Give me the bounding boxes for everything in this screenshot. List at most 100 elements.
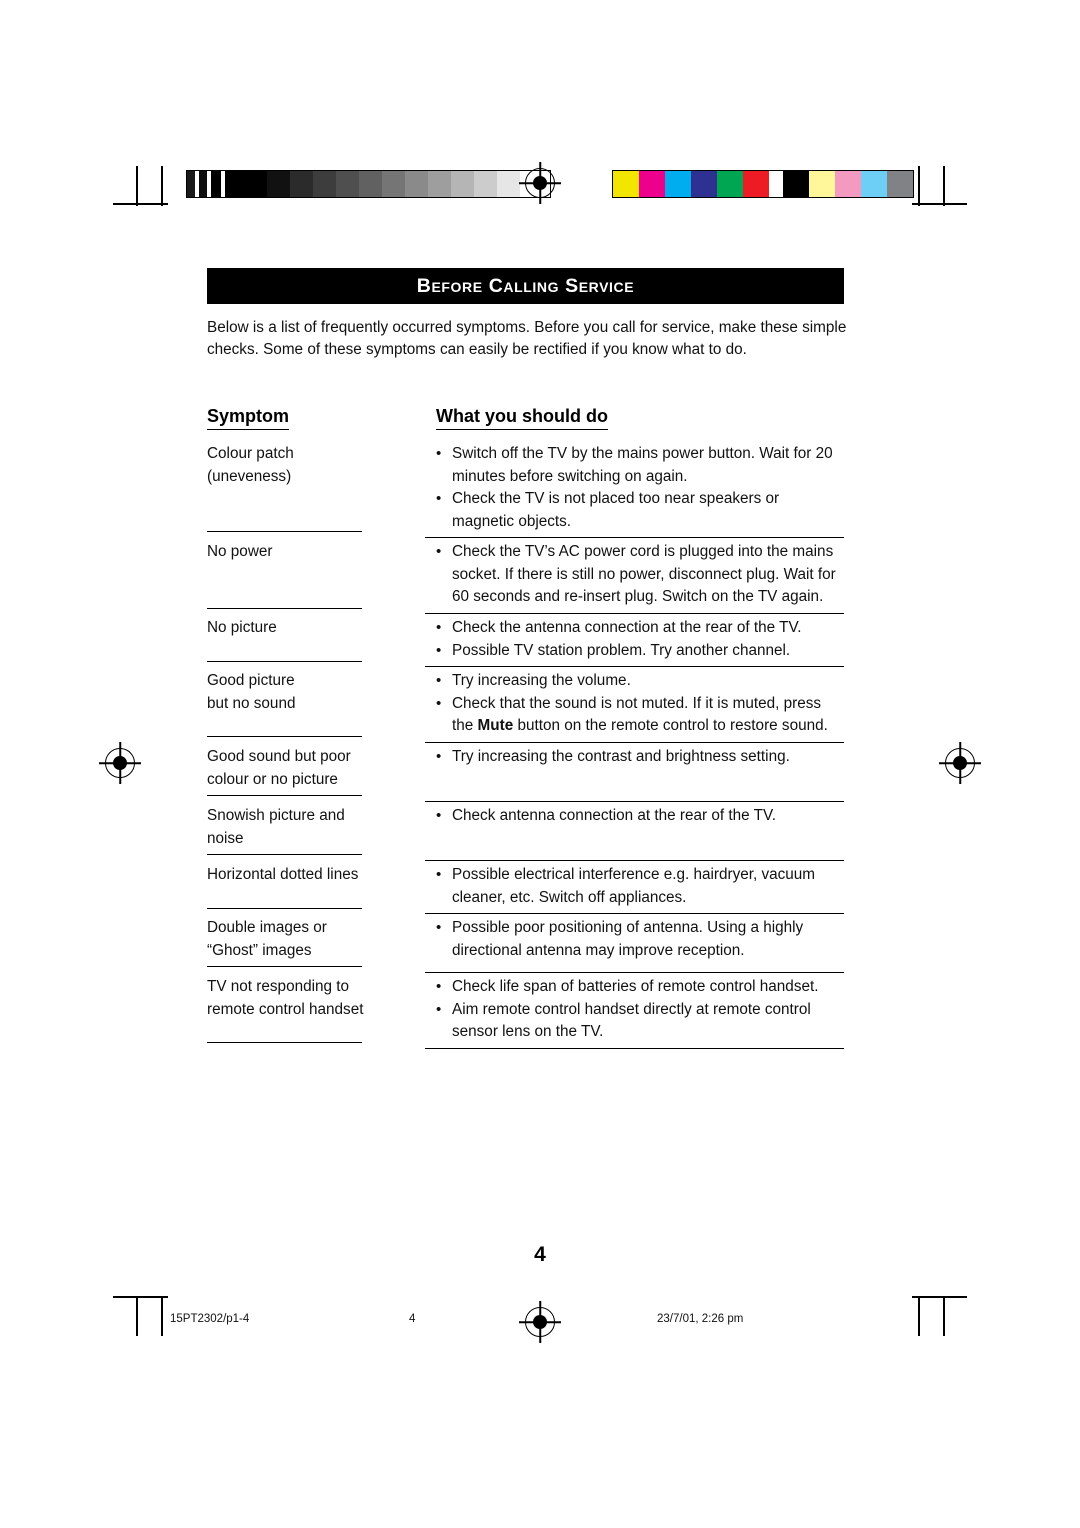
table-row: No power • Check the TV’s AC power cord is… xyxy=(207,538,844,614)
action-text: Possible electrical interference e.g. ha… xyxy=(452,866,816,906)
swatch-gray xyxy=(290,171,313,197)
swatch-colour xyxy=(769,171,783,197)
table-row: Double images or “Ghost” images • Possible … xyxy=(207,914,844,973)
table-row: Colour patch (uneveness) • Switch off the T… xyxy=(207,440,844,538)
swatch-gray xyxy=(225,171,267,197)
bullet-icon: • xyxy=(436,807,442,824)
action-text: Try increasing the volume. xyxy=(452,672,631,689)
symptom-line: noise xyxy=(207,829,244,847)
swatch-colour xyxy=(639,171,665,197)
column-heading-symptom: Symptom xyxy=(207,406,290,430)
action-text: Check life span of batteries of remote c… xyxy=(452,978,819,995)
crop-mark-top-right-v xyxy=(943,166,945,206)
symptom-line: remote control handset xyxy=(207,1000,364,1018)
registration-mark-bottom xyxy=(525,1307,555,1337)
swatch-colour xyxy=(717,171,743,197)
action-cell: • Try increasing the contrast and brightn… xyxy=(425,743,844,802)
bullet-icon: • xyxy=(436,619,442,636)
action-bullet: • Check life span of batteries of remote … xyxy=(436,976,844,999)
crop-mark-bottom-left-v xyxy=(136,1296,138,1336)
bullet-icon: • xyxy=(436,866,442,883)
footer-page-number: 4 xyxy=(409,1313,416,1325)
action-text: Aim remote control handset directly at r… xyxy=(452,1000,811,1041)
crop-mark-top-left-v2 xyxy=(161,166,163,206)
symptom-cell: TV not responding to remote control hands… xyxy=(207,973,425,1049)
symptom-cell: No power xyxy=(207,538,425,614)
symptom-line: colour or no picture xyxy=(207,770,338,788)
symptom-line: but no sound xyxy=(207,694,296,712)
action-bullet: • Switch off the TV by the mains power bu… xyxy=(436,443,844,488)
symptom-rule xyxy=(207,854,362,855)
action-bullet: • Check the TV is not placed too near spe… xyxy=(436,488,844,533)
swatch-colour xyxy=(613,171,639,197)
crop-mark-top-left-h xyxy=(113,203,168,205)
table-row: Good sound but poor colour or no picture •… xyxy=(207,743,844,802)
symptom-cell: Good picture but no sound xyxy=(207,667,425,743)
symptom-cell: Good sound but poor colour or no picture xyxy=(207,743,425,802)
action-text: Switch off the TV by the mains power but… xyxy=(452,445,833,485)
symptom-line: No picture xyxy=(207,619,277,636)
action-text: Try increasing the contrast and brightne… xyxy=(452,748,790,765)
swatch-gray xyxy=(267,171,290,197)
crop-mark-bottom-right-h xyxy=(912,1296,967,1298)
action-text: Check the antenna connection at the rear… xyxy=(452,619,802,636)
bullet-icon: • xyxy=(436,748,442,765)
swatch-colour xyxy=(743,171,769,197)
registration-mark-top xyxy=(525,168,555,198)
swatch-gray xyxy=(359,171,382,197)
symptom-cell: No picture xyxy=(207,614,425,667)
symptom-rule xyxy=(207,966,362,967)
symptom-rule xyxy=(207,795,362,796)
crop-mark-top-right-v2 xyxy=(918,166,920,206)
intro-paragraph: Below is a list of frequently occurred s… xyxy=(207,319,847,358)
action-bullet: • Check the antenna connection at the rea… xyxy=(436,617,844,640)
action-bullet: • Possible electrical interference e.g. h… xyxy=(436,864,844,909)
table-row: Snowish picture and noise • Check antenna c… xyxy=(207,802,844,861)
symptom-line: Good sound but poor xyxy=(207,748,351,765)
swatch-gray xyxy=(428,171,451,197)
symptom-line: Horizontal dotted lines xyxy=(207,866,359,883)
page-title-bar: Before Calling Service xyxy=(207,268,844,304)
swatch-gray xyxy=(451,171,474,197)
swatch-colour xyxy=(691,171,717,197)
bullet-icon: • xyxy=(436,672,442,689)
process-colour-bar xyxy=(612,170,914,198)
swatch-gray xyxy=(313,171,336,197)
table-row: Horizontal dotted lines • Possible electri… xyxy=(207,861,844,914)
action-bullet: • Check the TV’s AC power cord is plugged… xyxy=(436,541,844,609)
swatch-colour xyxy=(809,171,835,197)
bullet-icon: • xyxy=(436,543,442,560)
swatch-gray xyxy=(497,171,520,197)
symptom-rule xyxy=(207,531,362,532)
table-column-headings: Symptom What you should do xyxy=(207,406,847,436)
table-row: Good picture but no sound • Try increasing … xyxy=(207,667,844,743)
symptom-line: “Ghost” images xyxy=(207,941,312,959)
swatch-gray xyxy=(187,171,195,197)
table-row: TV not responding to remote control hands… xyxy=(207,973,844,1049)
symptom-cell: Snowish picture and noise xyxy=(207,802,425,861)
swatch-gray xyxy=(382,171,405,197)
emphasis-text: Mute xyxy=(477,717,514,734)
crop-mark-bottom-left-v2 xyxy=(161,1296,163,1336)
symptom-cell: Horizontal dotted lines xyxy=(207,861,425,914)
bullet-icon: • xyxy=(436,919,442,936)
crop-mark-bottom-left-h xyxy=(113,1296,168,1298)
action-text: Possible TV station problem. Try another… xyxy=(452,641,791,659)
swatch-colour xyxy=(861,171,887,197)
action-text: Check that the sound is not muted. If it… xyxy=(452,694,828,735)
symptom-rule xyxy=(207,660,362,662)
symptom-line: Colour patch xyxy=(207,445,294,462)
bullet-icon: • xyxy=(436,490,442,507)
action-cell: • Check the TV’s AC power cord is plugged… xyxy=(425,538,844,614)
action-cell: • Try increasing the volume. • Check that t… xyxy=(425,667,844,743)
crop-mark-bottom-right-v2 xyxy=(918,1296,920,1336)
crop-mark-top-left-v xyxy=(136,166,138,206)
symptom-line: TV not responding to xyxy=(207,978,350,995)
footer-file-name: 15PT2302/p1-4 xyxy=(170,1313,250,1325)
swatch-colour xyxy=(665,171,691,197)
swatch-gray xyxy=(405,171,428,197)
crop-mark-bottom-right-v xyxy=(943,1296,945,1336)
symptom-rule xyxy=(207,907,362,909)
symptom-rule xyxy=(207,1042,362,1043)
action-text: Check the TV is not placed too near spea… xyxy=(452,490,780,530)
